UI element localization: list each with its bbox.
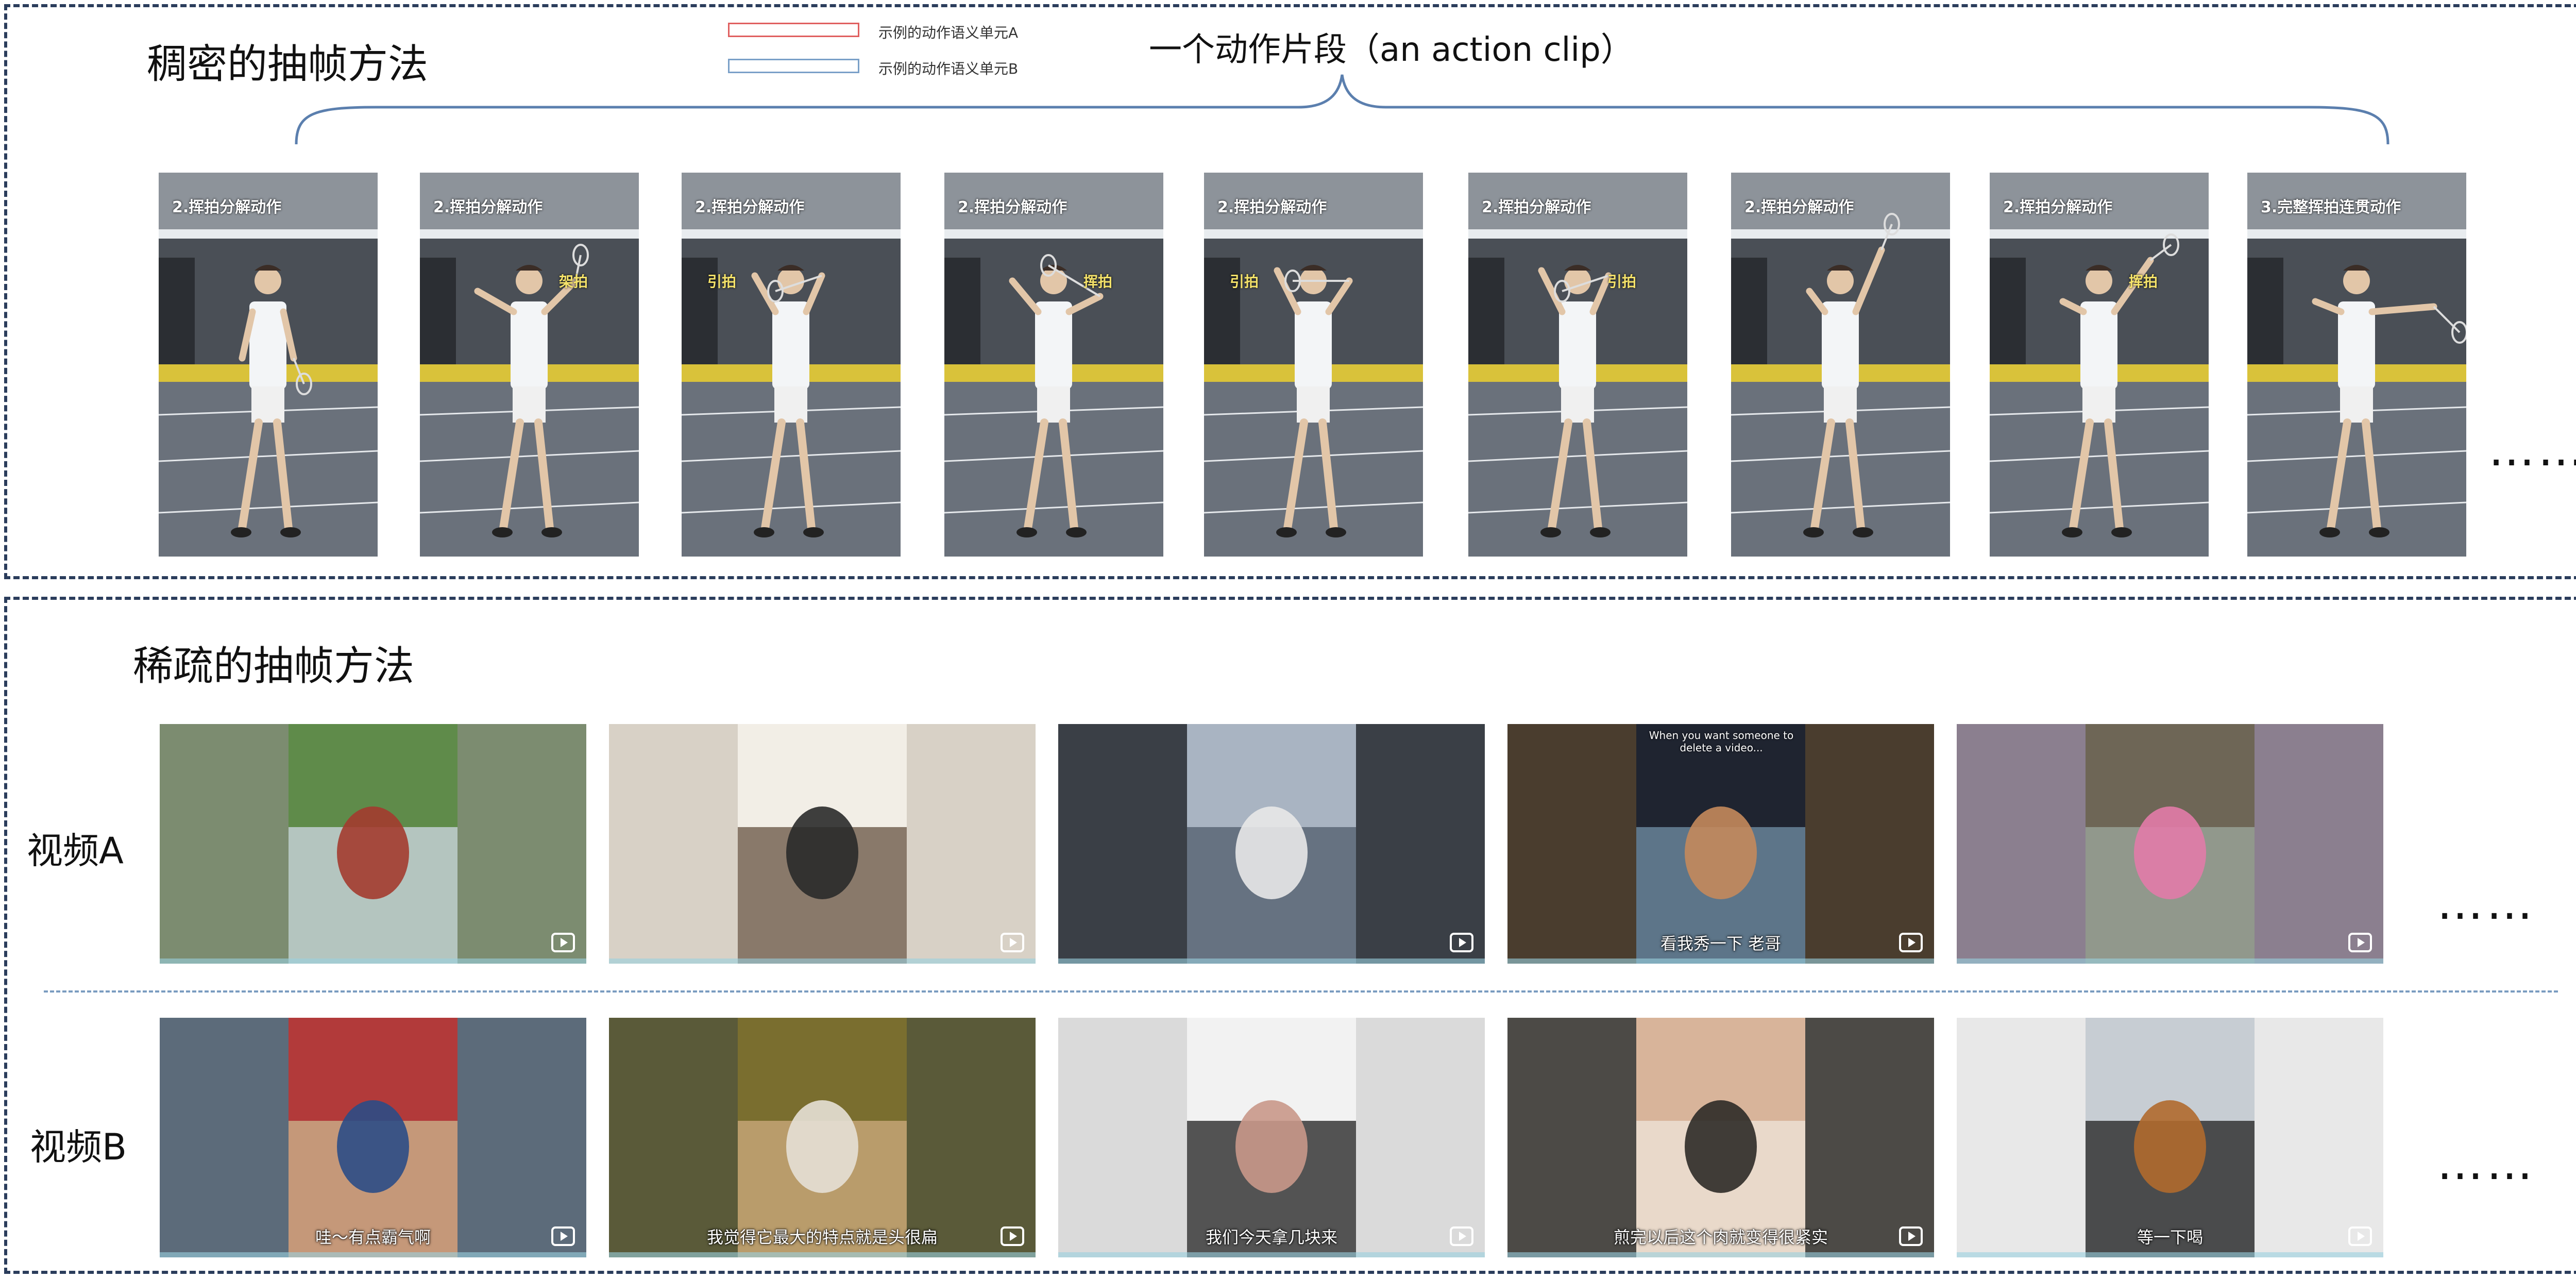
- video-play-icon: [1450, 933, 1473, 952]
- video-a-frame: [1957, 724, 2383, 964]
- video-b-frame: 我们今天拿几块来: [1058, 1018, 1485, 1257]
- dense-frame: 2.挥拍分解动作引拍: [1468, 173, 1687, 557]
- dense-frame-tag: 3.完整挥拍连贯动作: [2261, 198, 2401, 216]
- action-clip-label: 一个动作片段（an action clip）: [1149, 31, 1634, 69]
- action-clip-brace: [295, 74, 2389, 145]
- video-b-ellipsis: ……: [2437, 1136, 2536, 1190]
- video-a-frame: When you want someone to delete a video.…: [1507, 724, 1934, 964]
- dense-frame-note: 引拍: [707, 273, 737, 290]
- video-b-frame-caption: 我觉得它最大的特点就是头很扁: [706, 1227, 938, 1247]
- dense-frame-tag: 2.挥拍分解动作: [695, 198, 805, 216]
- video-b-frame: 等一下喝: [1957, 1018, 2383, 1257]
- dense-frame: 2.挥拍分解动作: [159, 173, 378, 557]
- row-divider: [44, 990, 2558, 993]
- dense-ellipsis: ……: [2488, 423, 2576, 477]
- video-play-icon: [2348, 933, 2372, 952]
- video-a-frame: [1058, 724, 1485, 964]
- dense-frame-note: 引拍: [1607, 273, 1637, 290]
- video-b-frame: 我觉得它最大的特点就是头很扁: [609, 1018, 1036, 1257]
- dense-frame-tag: 2.挥拍分解动作: [1744, 198, 1854, 216]
- video-b-frame-caption: 哇～有点霸气啊: [315, 1227, 431, 1247]
- video-play-icon: [1001, 933, 1024, 952]
- dense-frame-tag: 2.挥拍分解动作: [172, 198, 282, 216]
- dense-frame-note: 挥拍: [1083, 273, 1113, 290]
- video-a-frame: [160, 724, 586, 964]
- sparse-section-title: 稀疏的抽帧方法: [133, 643, 415, 690]
- video-b-frame-caption: 等一下喝: [2137, 1227, 2203, 1247]
- video-a-frame-caption: 看我秀一下 老哥: [1660, 934, 1782, 953]
- dense-frame: 2.挥拍分解动作引拍: [682, 173, 901, 557]
- dense-frame: 2.挥拍分解动作: [1731, 173, 1950, 557]
- legend-swatch-b: [728, 59, 859, 73]
- dense-frame-tag: 2.挥拍分解动作: [1217, 198, 1327, 216]
- video-a-label: 视频A: [27, 830, 124, 872]
- video-a-frame: [609, 724, 1036, 964]
- video-b-frame: 哇～有点霸气啊: [160, 1018, 586, 1257]
- dense-frame: 2.挥拍分解动作挥拍: [944, 173, 1163, 557]
- legend-swatch-a: [728, 23, 859, 37]
- dense-frame: 3.完整挥拍连贯动作: [2247, 173, 2466, 557]
- video-b-frame: 煎完以后这个肉就变得很紧实: [1507, 1018, 1934, 1257]
- dense-frame-tag: 2.挥拍分解动作: [1482, 198, 1591, 216]
- legend-label-a: 示例的动作语义单元A: [878, 24, 1019, 41]
- video-a-frame-overlay-text: When you want someone to delete a video.…: [1649, 729, 1794, 754]
- dense-frame: 2.挥拍分解动作架拍: [420, 173, 639, 557]
- video-play-icon: [551, 933, 575, 952]
- dense-frame-tag: 2.挥拍分解动作: [433, 198, 543, 216]
- dense-frame-note: 架拍: [559, 273, 588, 290]
- dense-frame-tag: 2.挥拍分解动作: [958, 198, 1067, 216]
- video-b-frame-caption: 煎完以后这个肉就变得很紧实: [1613, 1227, 1828, 1247]
- dense-frame: 2.挥拍分解动作引拍: [1204, 173, 1423, 557]
- video-b-frame-caption: 我们今天拿几块来: [1205, 1227, 1337, 1247]
- dense-frame: 2.挥拍分解动作挥拍: [1990, 173, 2209, 557]
- video-a-ellipsis: ……: [2437, 876, 2536, 930]
- dense-frame-tag: 2.挥拍分解动作: [2003, 198, 2113, 216]
- video-b-label: 视频B: [30, 1126, 127, 1168]
- dense-frame-note: 引拍: [1230, 273, 1259, 290]
- dense-frame-note: 挥拍: [2129, 273, 2158, 290]
